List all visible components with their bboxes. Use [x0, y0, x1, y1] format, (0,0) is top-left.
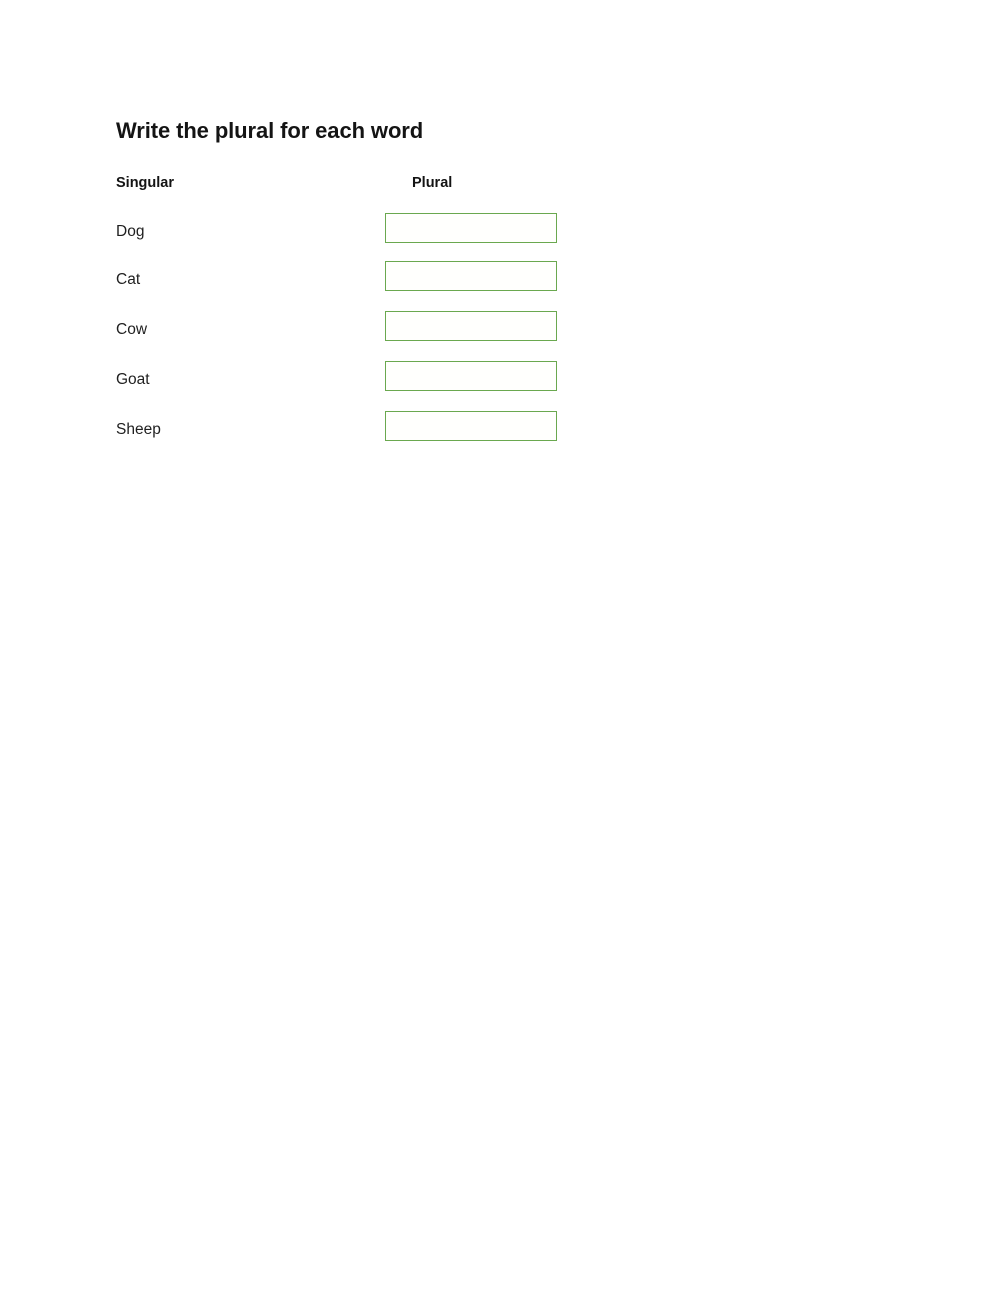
singular-word-label: Cat — [116, 271, 141, 288]
table-row: Sheep — [116, 411, 576, 451]
singular-word-label: Dog — [116, 223, 145, 240]
singular-word-label: Sheep — [116, 421, 161, 438]
column-headers: Singular Plural — [116, 175, 576, 195]
worksheet-page: Write the plural for each word Singular … — [0, 0, 1000, 1291]
table-row: Dog — [116, 213, 576, 253]
plural-answer-input[interactable] — [385, 361, 557, 391]
page-title: Write the plural for each word — [116, 118, 424, 143]
column-header-singular: Singular — [116, 175, 175, 191]
plural-answer-input[interactable] — [385, 411, 557, 441]
plural-answer-input[interactable] — [385, 213, 557, 243]
plural-answer-input[interactable] — [385, 311, 557, 341]
table-row: Cat — [116, 261, 576, 301]
table-row: Goat — [116, 361, 576, 401]
plural-answer-input[interactable] — [385, 261, 557, 291]
singular-word-label: Cow — [116, 321, 148, 338]
singular-word-label: Goat — [116, 371, 150, 388]
column-header-plural: Plural — [412, 175, 453, 191]
table-row: Cow — [116, 311, 576, 351]
